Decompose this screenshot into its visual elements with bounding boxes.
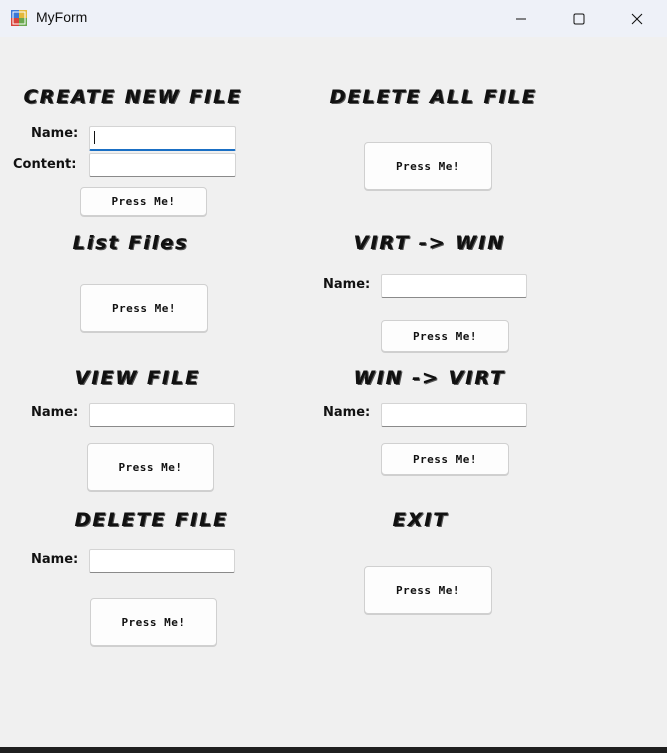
delete-all-heading: DELETE ALL FILE	[330, 86, 538, 108]
exit-heading: EXIT	[393, 509, 449, 531]
taskbar-edge	[0, 747, 667, 753]
title-bar[interactable]: MyForm	[0, 0, 667, 37]
minimize-button[interactable]	[498, 0, 544, 37]
win-to-virt-name-label: Name:	[323, 405, 371, 420]
delete-file-button[interactable]: Press Me!	[90, 598, 217, 646]
create-content-input[interactable]	[89, 153, 236, 177]
win-to-virt-heading: WIN -> VIRT	[354, 367, 506, 389]
minimize-icon	[516, 18, 526, 19]
virt-to-win-button[interactable]: Press Me!	[381, 320, 509, 352]
delete-name-input[interactable]	[89, 549, 235, 573]
create-file-heading: CREATE NEW FILE	[24, 86, 243, 108]
virt-to-win-name-input[interactable]	[381, 274, 527, 298]
close-button[interactable]	[614, 0, 660, 37]
win-to-virt-name-input[interactable]	[381, 403, 527, 427]
close-icon	[631, 13, 643, 24]
create-name-input[interactable]	[89, 126, 236, 151]
delete-all-button[interactable]: Press Me!	[364, 142, 492, 190]
view-file-heading: VIEW FILE	[75, 367, 201, 389]
delete-name-label: Name:	[31, 552, 79, 567]
main-window: MyForm CREATE NEW FILE Name: Content: Pr…	[0, 0, 667, 753]
text-caret	[94, 131, 95, 144]
create-file-button[interactable]: Press Me!	[80, 187, 207, 216]
view-name-input[interactable]	[89, 403, 235, 427]
create-name-label: Name:	[31, 126, 79, 141]
virt-to-win-heading: VIRT -> WIN	[354, 232, 506, 254]
delete-file-heading: DELETE FILE	[75, 509, 229, 531]
view-file-button[interactable]: Press Me!	[87, 443, 214, 491]
app-icon	[11, 10, 27, 26]
list-files-button[interactable]: Press Me!	[80, 284, 208, 332]
maximize-icon	[573, 13, 585, 24]
view-name-label: Name:	[31, 405, 79, 420]
maximize-button[interactable]	[556, 0, 602, 37]
virt-to-win-name-label: Name:	[323, 277, 371, 292]
list-files-heading: List Files	[73, 232, 189, 254]
window-title: MyForm	[36, 9, 88, 25]
win-to-virt-button[interactable]: Press Me!	[381, 443, 509, 475]
create-content-label: Content:	[13, 157, 77, 172]
exit-button[interactable]: Press Me!	[364, 566, 492, 614]
